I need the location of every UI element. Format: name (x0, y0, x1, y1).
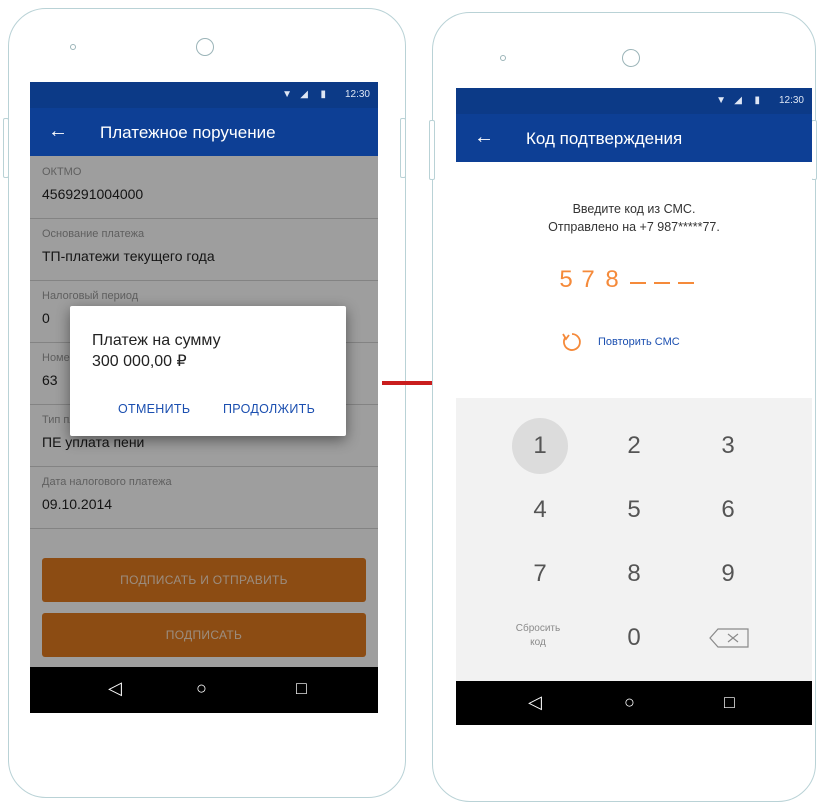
code-digit: 7 (581, 266, 595, 293)
back-nav-icon[interactable]: ◁ (528, 692, 542, 713)
dialog-message: Платеж на сумму 300 000,00 ₽ (92, 330, 221, 372)
right-phone-side-button (429, 120, 435, 180)
key-7[interactable]: 7 (512, 546, 568, 602)
reset-code-key[interactable]: Сбросить код (508, 622, 568, 650)
dialog-cancel-button[interactable]: ОТМЕНИТЬ (118, 402, 190, 416)
left-phone-speaker (70, 44, 76, 50)
home-nav-icon[interactable]: ○ (624, 692, 635, 713)
code-placeholder-dash (678, 282, 694, 284)
app-bar: ← Код подтверждения (456, 114, 812, 162)
refresh-icon (562, 333, 581, 351)
key-2[interactable]: 2 (606, 418, 662, 474)
code-digit: 8 (605, 266, 619, 293)
status-bar: ▼ ◢ ▮ 12:30 (30, 82, 378, 108)
signal-icon: ◢ (734, 95, 742, 106)
wifi-icon: ▼ (716, 95, 726, 106)
code-digit: 5 (559, 266, 573, 293)
key-3[interactable]: 3 (700, 418, 756, 474)
signal-icon: ◢ (300, 89, 308, 100)
code-placeholder-dash (654, 282, 670, 284)
back-arrow-icon[interactable]: ← (474, 126, 494, 149)
backspace-icon[interactable] (708, 627, 750, 649)
key-9[interactable]: 9 (700, 546, 756, 602)
left-screen: ▼ ◢ ▮ 12:30 ← Платежное поручение ОКТМО … (30, 82, 378, 713)
key-4[interactable]: 4 (512, 482, 568, 538)
repeat-sms-button[interactable]: Повторить СМС (556, 324, 716, 360)
status-time: 12:30 (778, 95, 804, 106)
back-arrow-icon[interactable]: ← (48, 120, 68, 143)
home-nav-icon[interactable]: ○ (196, 678, 207, 699)
key-6[interactable]: 6 (700, 482, 756, 538)
wifi-icon: ▼ (282, 89, 292, 100)
left-phone-camera (196, 38, 214, 56)
recents-nav-icon[interactable]: □ (724, 692, 735, 713)
page-title: Платежное поручение (100, 123, 276, 142)
right-phone-camera (622, 49, 640, 67)
right-screen: ▼ ◢ ▮ 12:30 ← Код подтверждения Введите … (456, 88, 812, 725)
key-5[interactable]: 5 (606, 482, 662, 538)
back-nav-icon[interactable]: ◁ (108, 678, 122, 699)
key-0[interactable]: 0 (606, 610, 662, 666)
dialog-continue-button[interactable]: ПРОДОЛЖИТЬ (223, 402, 315, 416)
code-placeholder-dash (630, 282, 646, 284)
key-8[interactable]: 8 (606, 546, 662, 602)
numeric-keypad: 1 2 3 4 5 6 7 8 9 Сбросить код 0 (456, 398, 812, 681)
nav-bar: ◁ ○ □ (456, 681, 812, 725)
right-phone-speaker (500, 55, 506, 61)
status-bar: ▼ ◢ ▮ 12:30 (456, 88, 812, 114)
nav-bar: ◁ ○ □ (30, 667, 378, 713)
left-phone-side-button-right (400, 118, 406, 178)
status-time: 12:30 (344, 89, 370, 100)
dialog-message-line1: Платеж на сумму (92, 332, 221, 349)
battery-icon: ▮ (754, 95, 760, 106)
repeat-sms-label: Повторить СМС (598, 336, 680, 348)
code-input[interactable]: 5 7 8 (456, 168, 812, 293)
recents-nav-icon[interactable]: □ (296, 678, 307, 699)
app-bar: ← Платежное поручение (30, 108, 378, 156)
page-title: Код подтверждения (526, 129, 683, 148)
dialog-amount: 300 000,00 ₽ (92, 353, 187, 370)
key-1[interactable]: 1 (512, 418, 568, 474)
battery-icon: ▮ (320, 89, 326, 100)
confirm-payment-dialog: Платеж на сумму 300 000,00 ₽ ОТМЕНИТЬ ПР… (70, 306, 346, 436)
left-phone-side-button (3, 118, 9, 178)
